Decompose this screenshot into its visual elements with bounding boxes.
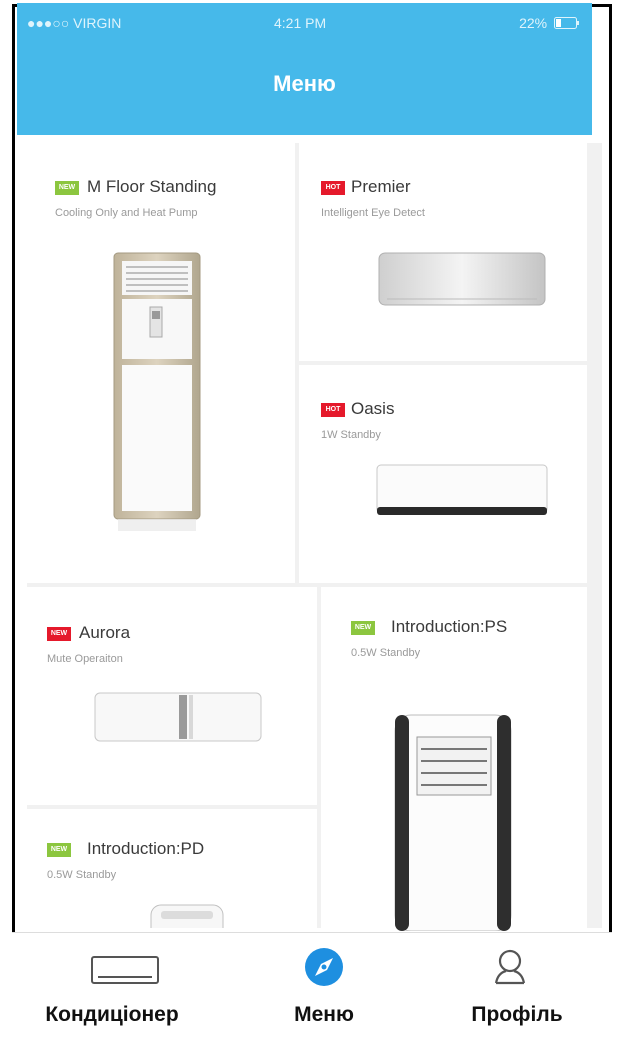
carrier-label: ●●●○○ VIRGIN — [27, 15, 122, 31]
bottom-tab-bar: Кондиціонер Меню Профіль — [12, 932, 612, 1051]
product-name: M Floor Standing — [87, 177, 217, 196]
new-badge: NEW — [55, 181, 79, 195]
tab-profile[interactable]: Профіль — [432, 933, 602, 1051]
aurora-ac-image — [94, 692, 262, 742]
battery-icon — [554, 17, 579, 29]
battery-percent: 22% — [519, 15, 548, 31]
tab-label: Меню — [294, 1003, 354, 1026]
product-card-aurora[interactable]: NEW Aurora Mute Operaiton — [27, 587, 317, 805]
product-name: Premier — [351, 177, 411, 196]
product-name: Introduction:PS — [391, 617, 508, 636]
product-card-introduction-ps[interactable]: NEW Introduction:PS 0.5W Standby — [321, 587, 587, 931]
product-subtitle: 0.5W Standby — [351, 647, 421, 659]
tab-label: Кондиціонер — [45, 1003, 179, 1026]
new-badge: NEW — [351, 621, 375, 635]
product-subtitle: Cooling Only and Heat Pump — [55, 207, 198, 219]
hot-badge: HOT — [321, 403, 345, 417]
product-subtitle: Intelligent Eye Detect — [321, 207, 425, 219]
product-name: Oasis — [351, 399, 395, 418]
new-badge: NEW — [47, 843, 71, 857]
product-subtitle: 1W Standby — [321, 429, 381, 441]
battery-level: 22% — [519, 15, 580, 31]
air-conditioner-icon — [91, 956, 159, 984]
tab-menu[interactable]: Меню — [254, 933, 394, 1051]
premier-ac-image — [378, 252, 546, 306]
portable-ac-pd-image — [150, 904, 224, 928]
floor-standing-ac-image — [113, 252, 201, 531]
product-subtitle: Mute Operaiton — [47, 653, 123, 665]
compass-icon — [305, 948, 343, 986]
status-bar: ●●●○○ VIRGIN 4:21 PM 22% — [17, 3, 592, 43]
new-badge: NEW — [47, 627, 71, 641]
tab-label: Профіль — [471, 1003, 563, 1026]
product-name: Introduction:PD — [87, 839, 205, 858]
tab-air-conditioner[interactable]: Кондиціонер — [12, 933, 212, 1051]
product-card-m-floor-standing[interactable]: NEW M Floor Standing Cooling Only and He… — [27, 143, 295, 583]
product-grid: NEW M Floor Standing Cooling Only and He… — [27, 143, 602, 931]
product-name: Aurora — [79, 623, 131, 642]
product-card-introduction-pd[interactable]: NEW Introduction:PD 0.5W Standby — [27, 809, 317, 928]
page-title: Меню — [273, 71, 336, 96]
product-card-oasis[interactable]: HOT Oasis 1W Standby — [299, 365, 587, 583]
product-subtitle: 0.5W Standby — [47, 869, 117, 881]
status-time: 4:21 PM — [274, 15, 327, 31]
user-icon — [494, 949, 526, 985]
oasis-ac-image — [376, 464, 548, 515]
product-card-premier[interactable]: HOT Premier Intelligent Eye Detect — [299, 143, 587, 361]
hot-badge: HOT — [321, 181, 345, 195]
app-header: ●●●○○ VIRGIN 4:21 PM 22% Меню — [17, 3, 592, 135]
portable-ac-image — [394, 714, 512, 931]
